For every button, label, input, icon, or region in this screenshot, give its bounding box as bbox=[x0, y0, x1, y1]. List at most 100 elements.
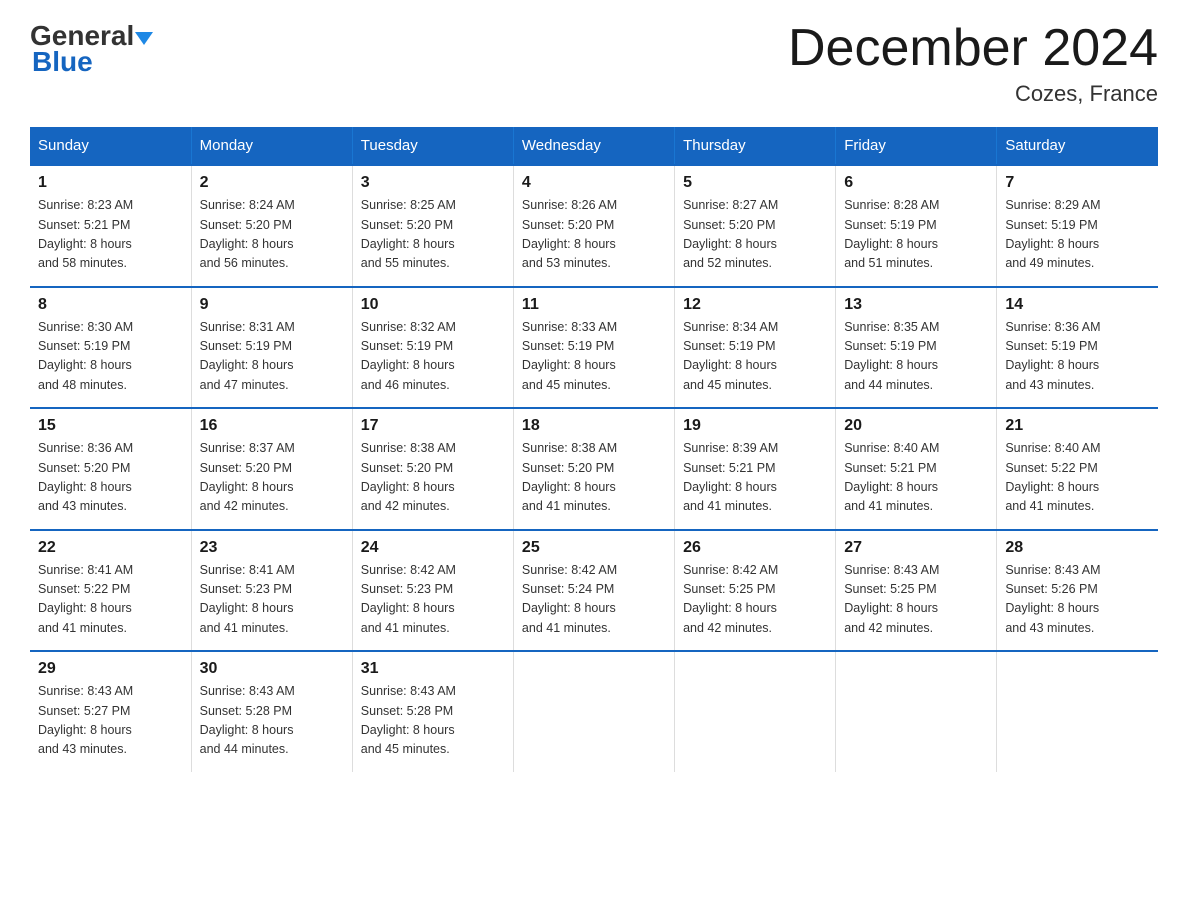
day-info: Sunrise: 8:40 AMSunset: 5:21 PMDaylight:… bbox=[844, 439, 988, 517]
day-info: Sunrise: 8:43 AMSunset: 5:27 PMDaylight:… bbox=[38, 682, 183, 760]
day-cell-7: 7Sunrise: 8:29 AMSunset: 5:19 PMDaylight… bbox=[997, 165, 1158, 287]
day-info: Sunrise: 8:24 AMSunset: 5:20 PMDaylight:… bbox=[200, 196, 344, 274]
day-info: Sunrise: 8:23 AMSunset: 5:21 PMDaylight:… bbox=[38, 196, 183, 274]
day-info: Sunrise: 8:25 AMSunset: 5:20 PMDaylight:… bbox=[361, 196, 505, 274]
day-cell-20: 20 Sunrise: 8:40 AMSunset: 5:21 PMDayligh… bbox=[836, 408, 997, 530]
day-number: 12 bbox=[683, 296, 827, 314]
day-number: 3 bbox=[361, 174, 505, 192]
day-info: Sunrise: 8:36 AMSunset: 5:20 PMDaylight:… bbox=[38, 439, 183, 517]
calendar-table: SundayMondayTuesdayWednesdayThursdayFrid… bbox=[30, 127, 1158, 772]
day-number: 21 bbox=[1005, 417, 1150, 435]
day-number: 1 bbox=[38, 174, 183, 192]
day-cell-6: 6 Sunrise: 8:28 AMSunset: 5:19 PMDaylight… bbox=[836, 165, 997, 287]
week-row-5: 29Sunrise: 8:43 AMSunset: 5:27 PMDayligh… bbox=[30, 651, 1158, 772]
day-info: Sunrise: 8:41 AMSunset: 5:23 PMDaylight:… bbox=[200, 561, 344, 639]
day-cell-23: 23 Sunrise: 8:41 AMSunset: 5:23 PMDayligh… bbox=[191, 530, 352, 652]
day-number: 28 bbox=[1005, 539, 1150, 557]
day-cell-2: 2Sunrise: 8:24 AMSunset: 5:20 PMDaylight… bbox=[191, 165, 352, 287]
day-info: Sunrise: 8:42 AMSunset: 5:23 PMDaylight:… bbox=[361, 561, 505, 639]
day-number: 24 bbox=[361, 539, 505, 557]
day-info: Sunrise: 8:26 AMSunset: 5:20 PMDaylight:… bbox=[522, 196, 666, 274]
location-label: Cozes, France bbox=[788, 81, 1158, 107]
logo: General Blue bbox=[30, 20, 153, 78]
day-number: 9 bbox=[200, 296, 344, 314]
day-number: 31 bbox=[361, 660, 505, 678]
day-cell-11: 11 Sunrise: 8:33 AMSunset: 5:19 PMDayligh… bbox=[513, 287, 674, 409]
day-info: Sunrise: 8:37 AMSunset: 5:20 PMDaylight:… bbox=[200, 439, 344, 517]
empty-cell bbox=[513, 651, 674, 772]
day-number: 14 bbox=[1005, 296, 1150, 314]
day-cell-17: 17 Sunrise: 8:38 AMSunset: 5:20 PMDayligh… bbox=[352, 408, 513, 530]
day-info: Sunrise: 8:28 AMSunset: 5:19 PMDaylight:… bbox=[844, 196, 988, 274]
day-number: 16 bbox=[200, 417, 344, 435]
day-number: 11 bbox=[522, 296, 666, 314]
day-cell-13: 13Sunrise: 8:35 AMSunset: 5:19 PMDayligh… bbox=[836, 287, 997, 409]
weekday-header-monday: Monday bbox=[191, 127, 352, 165]
day-cell-10: 10 Sunrise: 8:32 AMSunset: 5:19 PMDayligh… bbox=[352, 287, 513, 409]
month-title: December 2024 bbox=[788, 20, 1158, 77]
day-info: Sunrise: 8:30 AMSunset: 5:19 PMDaylight:… bbox=[38, 318, 183, 396]
day-cell-15: 15 Sunrise: 8:36 AMSunset: 5:20 PMDayligh… bbox=[30, 408, 191, 530]
empty-cell bbox=[997, 651, 1158, 772]
day-cell-3: 3 Sunrise: 8:25 AMSunset: 5:20 PMDaylight… bbox=[352, 165, 513, 287]
day-cell-18: 18Sunrise: 8:38 AMSunset: 5:20 PMDayligh… bbox=[513, 408, 674, 530]
day-cell-27: 27Sunrise: 8:43 AMSunset: 5:25 PMDayligh… bbox=[836, 530, 997, 652]
day-cell-25: 25 Sunrise: 8:42 AMSunset: 5:24 PMDayligh… bbox=[513, 530, 674, 652]
day-info: Sunrise: 8:38 AMSunset: 5:20 PMDaylight:… bbox=[361, 439, 505, 517]
day-number: 8 bbox=[38, 296, 183, 314]
day-info: Sunrise: 8:43 AMSunset: 5:28 PMDaylight:… bbox=[361, 682, 505, 760]
day-cell-16: 16 Sunrise: 8:37 AMSunset: 5:20 PMDayligh… bbox=[191, 408, 352, 530]
day-number: 4 bbox=[522, 174, 666, 192]
day-info: Sunrise: 8:36 AMSunset: 5:19 PMDaylight:… bbox=[1005, 318, 1150, 396]
weekday-header-saturday: Saturday bbox=[997, 127, 1158, 165]
day-info: Sunrise: 8:42 AMSunset: 5:25 PMDaylight:… bbox=[683, 561, 827, 639]
day-number: 5 bbox=[683, 174, 827, 192]
day-number: 19 bbox=[683, 417, 827, 435]
day-cell-19: 19 Sunrise: 8:39 AMSunset: 5:21 PMDayligh… bbox=[675, 408, 836, 530]
day-cell-9: 9 Sunrise: 8:31 AMSunset: 5:19 PMDaylight… bbox=[191, 287, 352, 409]
day-info: Sunrise: 8:33 AMSunset: 5:19 PMDaylight:… bbox=[522, 318, 666, 396]
weekday-header-row: SundayMondayTuesdayWednesdayThursdayFrid… bbox=[30, 127, 1158, 165]
day-number: 6 bbox=[844, 174, 988, 192]
day-cell-8: 8 Sunrise: 8:30 AMSunset: 5:19 PMDaylight… bbox=[30, 287, 191, 409]
weekday-header-friday: Friday bbox=[836, 127, 997, 165]
day-info: Sunrise: 8:40 AMSunset: 5:22 PMDaylight:… bbox=[1005, 439, 1150, 517]
day-info: Sunrise: 8:43 AMSunset: 5:25 PMDaylight:… bbox=[844, 561, 988, 639]
day-number: 25 bbox=[522, 539, 666, 557]
day-number: 23 bbox=[200, 539, 344, 557]
weekday-header-sunday: Sunday bbox=[30, 127, 191, 165]
day-cell-28: 28 Sunrise: 8:43 AMSunset: 5:26 PMDayligh… bbox=[997, 530, 1158, 652]
page-header: General Blue December 2024 Cozes, France bbox=[30, 20, 1158, 107]
day-number: 26 bbox=[683, 539, 827, 557]
day-number: 20 bbox=[844, 417, 988, 435]
day-cell-21: 21 Sunrise: 8:40 AMSunset: 5:22 PMDayligh… bbox=[997, 408, 1158, 530]
day-cell-30: 30 Sunrise: 8:43 AMSunset: 5:28 PMDayligh… bbox=[191, 651, 352, 772]
day-number: 18 bbox=[522, 417, 666, 435]
day-number: 15 bbox=[38, 417, 183, 435]
day-number: 17 bbox=[361, 417, 505, 435]
day-cell-4: 4 Sunrise: 8:26 AMSunset: 5:20 PMDaylight… bbox=[513, 165, 674, 287]
week-row-4: 22Sunrise: 8:41 AMSunset: 5:22 PMDayligh… bbox=[30, 530, 1158, 652]
day-info: Sunrise: 8:32 AMSunset: 5:19 PMDaylight:… bbox=[361, 318, 505, 396]
logo-blue-text: Blue bbox=[30, 46, 93, 78]
title-block: December 2024 Cozes, France bbox=[788, 20, 1158, 107]
week-row-2: 8 Sunrise: 8:30 AMSunset: 5:19 PMDaylight… bbox=[30, 287, 1158, 409]
day-cell-26: 26 Sunrise: 8:42 AMSunset: 5:25 PMDayligh… bbox=[675, 530, 836, 652]
day-cell-14: 14 Sunrise: 8:36 AMSunset: 5:19 PMDayligh… bbox=[997, 287, 1158, 409]
day-cell-12: 12Sunrise: 8:34 AMSunset: 5:19 PMDayligh… bbox=[675, 287, 836, 409]
day-info: Sunrise: 8:31 AMSunset: 5:19 PMDaylight:… bbox=[200, 318, 344, 396]
day-cell-5: 5Sunrise: 8:27 AMSunset: 5:20 PMDaylight… bbox=[675, 165, 836, 287]
day-number: 10 bbox=[361, 296, 505, 314]
day-cell-24: 24 Sunrise: 8:42 AMSunset: 5:23 PMDayligh… bbox=[352, 530, 513, 652]
weekday-header-thursday: Thursday bbox=[675, 127, 836, 165]
day-info: Sunrise: 8:35 AMSunset: 5:19 PMDaylight:… bbox=[844, 318, 988, 396]
day-info: Sunrise: 8:41 AMSunset: 5:22 PMDaylight:… bbox=[38, 561, 183, 639]
day-cell-1: 1 Sunrise: 8:23 AMSunset: 5:21 PMDaylight… bbox=[30, 165, 191, 287]
day-info: Sunrise: 8:43 AMSunset: 5:26 PMDaylight:… bbox=[1005, 561, 1150, 639]
weekday-header-tuesday: Tuesday bbox=[352, 127, 513, 165]
day-info: Sunrise: 8:43 AMSunset: 5:28 PMDaylight:… bbox=[200, 682, 344, 760]
day-number: 30 bbox=[200, 660, 344, 678]
day-info: Sunrise: 8:39 AMSunset: 5:21 PMDaylight:… bbox=[683, 439, 827, 517]
day-cell-22: 22Sunrise: 8:41 AMSunset: 5:22 PMDayligh… bbox=[30, 530, 191, 652]
day-info: Sunrise: 8:42 AMSunset: 5:24 PMDaylight:… bbox=[522, 561, 666, 639]
